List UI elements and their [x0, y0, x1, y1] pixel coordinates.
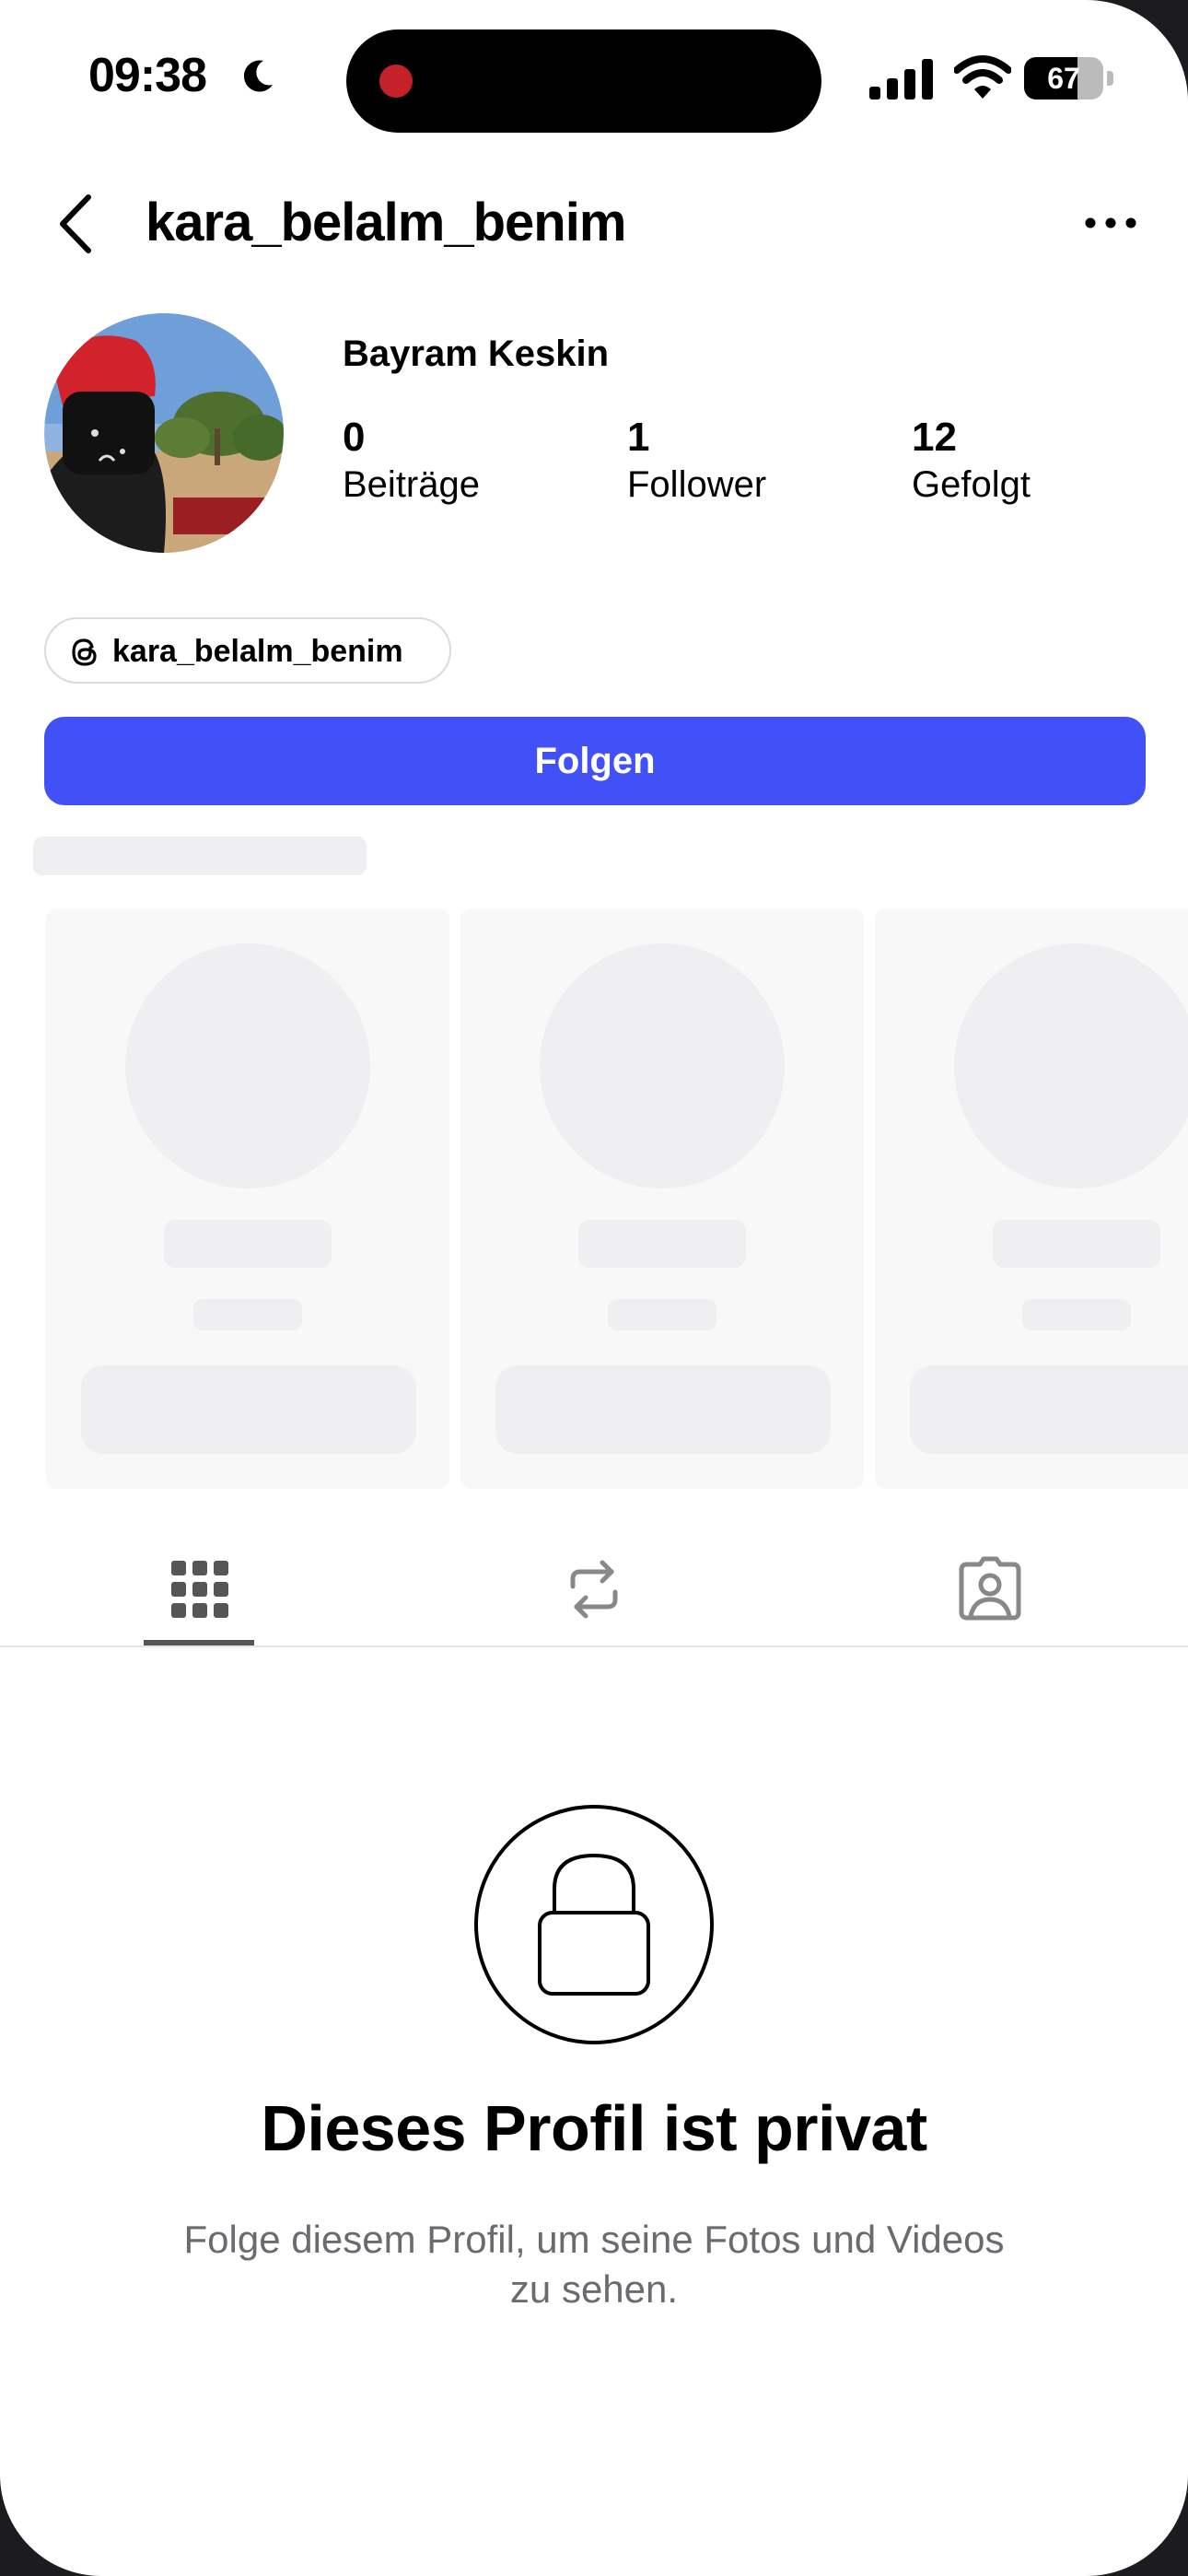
- stat-posts[interactable]: 0 Beiträge: [343, 415, 480, 506]
- status-time: 09:38: [88, 49, 207, 102]
- display-name: Bayram Keskin: [343, 334, 610, 374]
- recording-indicator: [379, 64, 413, 98]
- wifi-icon: [954, 55, 1011, 99]
- cellular-signal-icon: [869, 59, 933, 100]
- subtitle-line-2: zu sehen.: [509, 2267, 679, 2311]
- following-label: Gefolgt: [912, 464, 1031, 505]
- tab-divider: [0, 1645, 1188, 1647]
- private-profile-title: Dieses Profil ist privat: [261, 2092, 927, 2164]
- stat-following[interactable]: 12 Gefolgt: [912, 415, 1031, 506]
- phone-screen: 09:38 67 kara_belalm_benim Bayram Keskin…: [0, 0, 1188, 2576]
- battery-level: 67: [1047, 62, 1080, 95]
- threads-handle: kara_belalm_benim: [112, 634, 403, 669]
- ellipsis-icon[interactable]: [1085, 212, 1136, 234]
- tagged-person-icon[interactable]: [956, 1555, 1024, 1623]
- dynamic-island: [346, 29, 821, 133]
- skeleton-card: [46, 908, 449, 1489]
- battery-indicator: 67: [1024, 57, 1114, 100]
- followers-label: Follower: [627, 464, 767, 505]
- skeleton-heading: [33, 837, 367, 875]
- status-bar: 09:38 67: [0, 0, 1188, 157]
- posts-label: Beiträge: [343, 464, 480, 505]
- lock-icon: [474, 1805, 714, 2044]
- skeleton-card: [875, 908, 1188, 1489]
- chevron-left-icon[interactable]: [53, 192, 99, 256]
- page-title: kara_belalm_benim: [146, 193, 626, 252]
- repost-icon[interactable]: [560, 1555, 628, 1623]
- private-profile-subtitle: Folge diesem Profil, um seine Fotos und …: [129, 2215, 1059, 2314]
- threads-profile-link[interactable]: kara_belalm_benim: [44, 617, 451, 684]
- stat-followers[interactable]: 1 Follower: [627, 415, 766, 506]
- follow-button[interactable]: Folgen: [44, 717, 1146, 805]
- skeleton-card: [460, 908, 864, 1489]
- grid-icon[interactable]: [166, 1555, 234, 1623]
- posts-count: 0: [343, 415, 366, 460]
- moon-icon: [243, 60, 273, 92]
- avatar[interactable]: [44, 313, 284, 553]
- subtitle-line-1: Folge diesem Profil, um seine Fotos und …: [183, 2218, 1005, 2261]
- followers-count: 1: [627, 415, 650, 460]
- threads-icon: [72, 638, 97, 666]
- following-count: 12: [912, 415, 957, 460]
